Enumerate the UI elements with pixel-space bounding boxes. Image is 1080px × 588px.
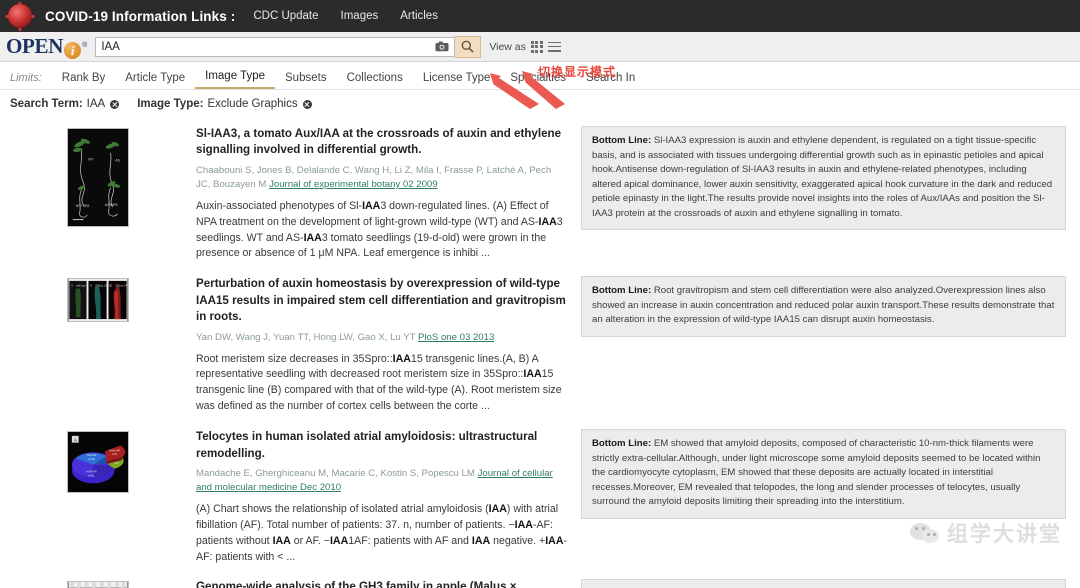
close-icon[interactable] bbox=[302, 99, 312, 109]
bottom-line-panel: Bottom Line: Root gravitropism and stem … bbox=[581, 276, 1066, 338]
svg-text:n=5: n=5 bbox=[112, 452, 117, 456]
bottom-line-panel: Bottom Line: Following genome-wide compu… bbox=[581, 579, 1066, 588]
covid-bar-title: COVID-19 Information Links : bbox=[45, 8, 236, 24]
bottom-line-label: Bottom Line: bbox=[592, 285, 652, 297]
result-snippet: Auxin-associated phenotypes of Sl-IAA3 d… bbox=[196, 199, 563, 260]
result-text-cell: Telocytes in human isolated atrial amylo… bbox=[196, 429, 581, 565]
bottom-line-text: EM showed that amyloid deposits, compose… bbox=[592, 438, 1041, 508]
result-snippet: Root meristem size decreases in 35Spro::… bbox=[196, 352, 562, 413]
logo-registered-mark: ® bbox=[82, 42, 88, 49]
covid-link-cdc-update[interactable]: CDC Update bbox=[253, 10, 318, 22]
covid-link-images[interactable]: Images bbox=[341, 10, 379, 22]
result-text-cell: Sl-IAA3, a tomato Aux/IAA at the crossro… bbox=[196, 126, 581, 262]
annotation-text: 切换显示模式 bbox=[538, 65, 617, 79]
result-text-cell: Perturbation of auxin homeostasis by ove… bbox=[196, 276, 581, 415]
svg-text:wild type: wild type bbox=[76, 285, 86, 288]
result-thumbnail-cell: A -IAA-AF n=19 +IAA-AF n=11 +IAA+AF n=5 n=2 bbox=[0, 429, 196, 494]
svg-text:n=19: n=19 bbox=[88, 457, 95, 461]
limits-label: Limits: bbox=[10, 72, 42, 84]
table-row: ABC wild type35Spro::IAA1535Spro::IAA15 … bbox=[0, 276, 1080, 415]
bottom-line-text: Root gravitropism and stem cell differen… bbox=[592, 285, 1055, 326]
results-list: WT AS WT+NPA AS+NPA Sl-IAA3, a tomato Au… bbox=[0, 118, 1080, 588]
filter-chip-image-type-key: Image Type: bbox=[137, 98, 204, 110]
result-authors: Chaabouni S, Jones B, Delalande C, Wang … bbox=[196, 164, 567, 192]
result-snippet: (A) Chart shows the relationship of isol… bbox=[196, 502, 568, 563]
table-row: A -IAA-AF n=19 +IAA-AF n=11 +IAA+AF n=5 n=2 bbox=[0, 429, 1080, 565]
magnifier-icon bbox=[461, 40, 474, 53]
logo-i-mark: i bbox=[64, 42, 82, 59]
svg-text:35Spro::IAA15: 35Spro::IAA15 bbox=[115, 285, 129, 288]
filter-chip-search-term-value: IAA bbox=[86, 98, 106, 110]
svg-text:n=11: n=11 bbox=[88, 474, 95, 478]
limit-tab-collections[interactable]: Collections bbox=[337, 72, 413, 89]
filter-chip-image-type-value: Exclude Graphics bbox=[207, 98, 298, 110]
svg-text:AS+NPA: AS+NPA bbox=[105, 203, 119, 207]
bottom-line-panel: Bottom Line: EM showed that amyloid depo… bbox=[581, 429, 1066, 519]
covid-info-bar: COVID-19 Information Links : CDC Update … bbox=[0, 0, 1080, 32]
bottom-line-label: Bottom Line: bbox=[592, 438, 652, 450]
result-authors-text: Yan DW, Wang J, Yuan TT, Hong LW, Gao X,… bbox=[196, 331, 416, 343]
result-journal-link[interactable]: Journal of experimental botany 02 2009 bbox=[269, 179, 438, 190]
result-title[interactable]: Genome-wide analysis of the GH3 family i… bbox=[196, 579, 567, 588]
svg-text:35Spro::IAA15: 35Spro::IAA15 bbox=[95, 285, 112, 288]
result-text-cell: Genome-wide analysis of the GH3 family i… bbox=[196, 579, 581, 588]
table-row: WT AS WT+NPA AS+NPA Sl-IAA3, a tomato Au… bbox=[0, 126, 1080, 262]
limit-tab-article-type[interactable]: Article Type bbox=[115, 72, 195, 89]
svg-text:WT+NPA: WT+NPA bbox=[76, 204, 90, 208]
logo-text: OPEN bbox=[6, 34, 64, 58]
result-title[interactable]: Perturbation of auxin homeostasis by ove… bbox=[196, 276, 567, 325]
search-input[interactable] bbox=[96, 37, 431, 56]
table-row: Genome-wide analysis of the GH3 family i… bbox=[0, 579, 1080, 588]
filter-chip-image-type: Image Type: Exclude Graphics bbox=[137, 98, 312, 110]
close-icon[interactable] bbox=[110, 99, 120, 109]
bottom-line-panel: Bottom Line: Sl-IAA3 expression is auxin… bbox=[581, 126, 1066, 231]
active-filters: Search Term: IAA Image Type: Exclude Gra… bbox=[0, 90, 1080, 118]
result-thumbnail-cell: WT AS WT+NPA AS+NPA bbox=[0, 126, 196, 227]
filter-chip-search-term-key: Search Term: bbox=[10, 98, 83, 110]
result-title[interactable]: Telocytes in human isolated atrial amylo… bbox=[196, 429, 567, 462]
result-authors: Yan DW, Wang J, Yuan TT, Hong LW, Gao X,… bbox=[196, 331, 567, 345]
result-thumbnail-cell bbox=[0, 579, 196, 588]
limit-tab-license-type[interactable]: License Type bbox=[413, 72, 501, 89]
search-button[interactable] bbox=[455, 35, 482, 58]
result-thumbnail-cell: ABC wild type35Spro::IAA1535Spro::IAA15 bbox=[0, 276, 196, 323]
covid-bar-links: CDC Update Images Articles bbox=[253, 10, 438, 22]
filter-chip-search-term: Search Term: IAA bbox=[10, 98, 120, 110]
result-title[interactable]: Sl-IAA3, a tomato Aux/IAA at the crossro… bbox=[196, 126, 567, 159]
limit-tab-subsets[interactable]: Subsets bbox=[275, 72, 337, 89]
svg-text:n=2: n=2 bbox=[114, 461, 119, 465]
openi-logo[interactable]: OPEN i ® bbox=[6, 34, 88, 59]
coronavirus-icon bbox=[5, 4, 35, 28]
search-bar: OPEN i ® View as bbox=[0, 32, 1080, 109]
result-authors: Mandache E, Gherghiceanu M, Macarie C, K… bbox=[196, 467, 567, 495]
pie-chart-thumbnail[interactable]: A -IAA-AFn=19 +IAA-AFn=11 +IAA+AFn=5 n=2 bbox=[67, 431, 129, 494]
seedling-photo-panel-thumbnail[interactable]: WT AS WT+NPA AS+NPA bbox=[67, 128, 129, 227]
search-input-wrapper bbox=[95, 36, 456, 57]
camera-icon[interactable] bbox=[430, 38, 454, 56]
view-as-label: View as bbox=[489, 40, 526, 53]
svg-text:WT: WT bbox=[88, 158, 93, 162]
grid-view-icon[interactable] bbox=[530, 40, 543, 53]
view-as-controls: View as bbox=[489, 40, 561, 53]
covid-link-articles[interactable]: Articles bbox=[400, 10, 438, 22]
limit-tab-image-type[interactable]: Image Type bbox=[195, 70, 276, 89]
limit-tab-rank-by[interactable]: Rank By bbox=[52, 72, 115, 89]
gel-blot-thumbnail[interactable] bbox=[67, 581, 129, 588]
result-authors-text: Mandache E, Gherghiceanu M, Macarie C, K… bbox=[196, 468, 475, 480]
bottom-line-text: Sl-IAA3 expression is auxin and ethylene… bbox=[592, 135, 1053, 219]
list-view-icon[interactable] bbox=[547, 41, 561, 52]
bottom-line-label: Bottom Line: bbox=[592, 135, 652, 146]
result-journal-link[interactable]: PloS one 03 2013 bbox=[418, 332, 494, 343]
fluorescence-root-panel-thumbnail[interactable]: ABC wild type35Spro::IAA1535Spro::IAA15 bbox=[67, 278, 129, 323]
